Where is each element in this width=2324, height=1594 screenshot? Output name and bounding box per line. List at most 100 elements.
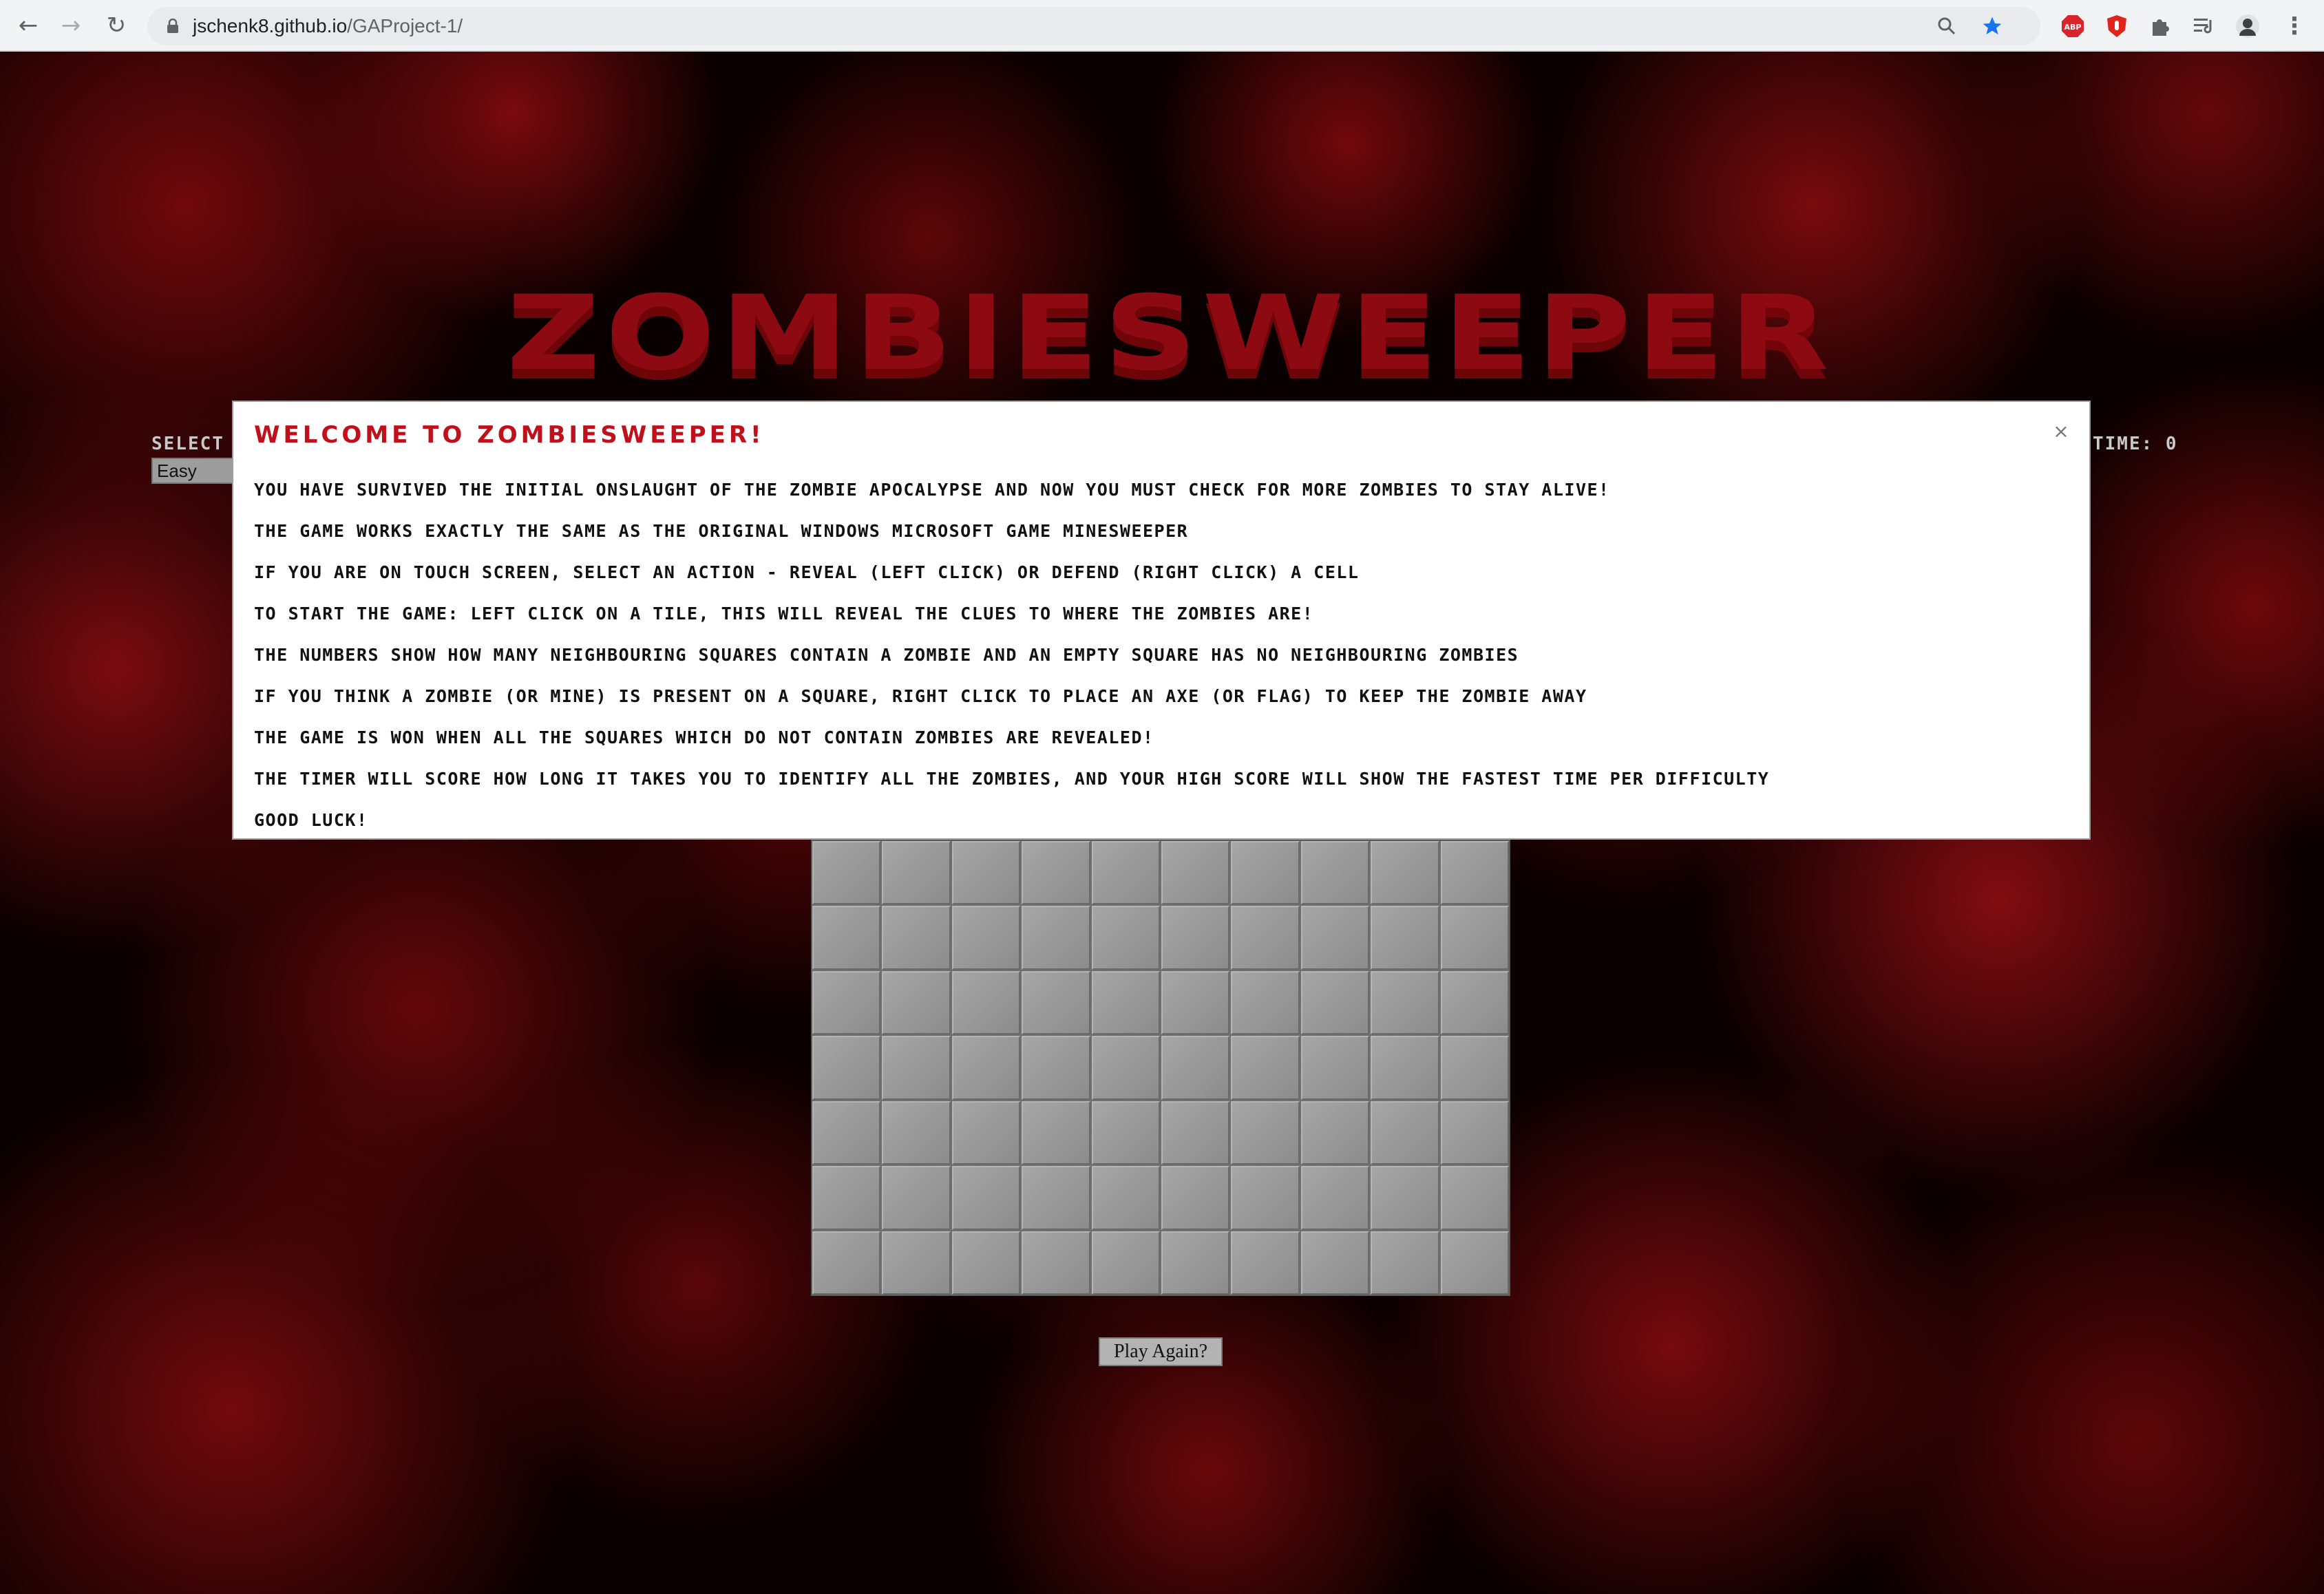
welcome-modal: WELCOME TO ZOMBIESWEEPER! × You have sur… bbox=[232, 401, 2091, 840]
board-cell[interactable] bbox=[882, 1036, 951, 1100]
board-cell[interactable] bbox=[882, 841, 951, 905]
board-cell[interactable] bbox=[1022, 1166, 1090, 1230]
board-cell[interactable] bbox=[1300, 1036, 1370, 1100]
board-cell[interactable] bbox=[1091, 1231, 1160, 1295]
puzzle-extensions-icon[interactable] bbox=[2145, 12, 2174, 41]
board-cell[interactable] bbox=[1440, 970, 1509, 1035]
board-cell[interactable] bbox=[1161, 970, 1230, 1035]
board-cell[interactable] bbox=[882, 1231, 951, 1295]
board-cell[interactable] bbox=[1091, 841, 1160, 905]
board-cell[interactable] bbox=[1300, 1166, 1370, 1230]
board-cell[interactable] bbox=[951, 970, 1021, 1035]
board-cell[interactable] bbox=[1091, 906, 1160, 970]
board-cell[interactable] bbox=[1022, 1036, 1090, 1100]
board-cell[interactable] bbox=[1371, 1036, 1439, 1100]
board-cell[interactable] bbox=[1231, 906, 1300, 970]
board-cell[interactable] bbox=[951, 1101, 1021, 1165]
board-cell[interactable] bbox=[882, 906, 951, 970]
board-cell[interactable] bbox=[1091, 1166, 1160, 1230]
board-cell[interactable] bbox=[1300, 906, 1370, 970]
menu-kebab-icon[interactable]: ⋮ bbox=[2280, 12, 2309, 41]
play-again-button[interactable]: Play Again? bbox=[1099, 1337, 1223, 1366]
instruction-line: You have survived the initial onslaught … bbox=[254, 480, 1610, 500]
board-cell[interactable] bbox=[1231, 1036, 1300, 1100]
board-cell[interactable] bbox=[812, 906, 881, 970]
board-cell[interactable] bbox=[1440, 841, 1509, 905]
bookmark-star-icon[interactable] bbox=[1978, 12, 2006, 40]
address-bar[interactable]: jschenk8.github.io/GAProject-1/ bbox=[147, 7, 2040, 45]
board-cell[interactable] bbox=[1440, 1036, 1509, 1100]
url-host: jschenk8.github.io bbox=[193, 15, 348, 36]
board-cell[interactable] bbox=[1300, 970, 1370, 1035]
instruction-line: Good luck! bbox=[254, 810, 368, 830]
instruction-line: The numbers show how many neighbouring s… bbox=[254, 645, 1519, 665]
board-cell[interactable] bbox=[951, 1036, 1021, 1100]
board-cell[interactable] bbox=[812, 970, 881, 1035]
board-cell[interactable] bbox=[1371, 841, 1439, 905]
reload-icon[interactable]: ↻ bbox=[99, 8, 134, 43]
board-cell[interactable] bbox=[951, 1231, 1021, 1295]
board-cell[interactable] bbox=[1161, 1231, 1230, 1295]
board-cell[interactable] bbox=[1371, 906, 1439, 970]
board-cell[interactable] bbox=[882, 970, 951, 1035]
board-cell[interactable] bbox=[1300, 1231, 1370, 1295]
board-cell[interactable] bbox=[1371, 1231, 1439, 1295]
board-cell[interactable] bbox=[1231, 1231, 1300, 1295]
board-cell[interactable] bbox=[1231, 1101, 1300, 1165]
board-cell[interactable] bbox=[1440, 1166, 1509, 1230]
back-icon[interactable]: ← bbox=[11, 8, 45, 43]
shield-extension-icon[interactable] bbox=[2102, 12, 2131, 41]
board-cell[interactable] bbox=[882, 1101, 951, 1165]
board-cell[interactable] bbox=[812, 841, 881, 905]
board-cell[interactable] bbox=[1022, 1231, 1090, 1295]
board-cell[interactable] bbox=[951, 1166, 1021, 1230]
board-cell[interactable] bbox=[1231, 841, 1300, 905]
instruction-line: To start the game: left click on a tile,… bbox=[254, 604, 1314, 624]
board-cell[interactable] bbox=[1371, 970, 1439, 1035]
board-cell[interactable] bbox=[1161, 1101, 1230, 1165]
game-board bbox=[811, 840, 1510, 1296]
lock-icon bbox=[167, 19, 178, 33]
profile-avatar-icon[interactable] bbox=[2233, 12, 2262, 41]
board-cell[interactable] bbox=[951, 841, 1021, 905]
board-cell[interactable] bbox=[1440, 1231, 1509, 1295]
adblock-icon[interactable]: ABP bbox=[2058, 12, 2087, 41]
board-cell[interactable] bbox=[812, 1101, 881, 1165]
reading-list-icon[interactable] bbox=[2189, 12, 2218, 41]
board-cell[interactable] bbox=[1300, 841, 1370, 905]
board-cell[interactable] bbox=[812, 1166, 881, 1230]
board-cell[interactable] bbox=[812, 1231, 881, 1295]
board-cell[interactable] bbox=[1161, 1036, 1230, 1100]
board-cell[interactable] bbox=[1371, 1166, 1439, 1230]
board-cell[interactable] bbox=[1231, 970, 1300, 1035]
board-cell[interactable] bbox=[1022, 906, 1090, 970]
board-cell[interactable] bbox=[1300, 1101, 1370, 1165]
timer-display: TIME: 0 bbox=[2093, 434, 2178, 454]
url-text[interactable]: jschenk8.github.io/GAProject-1/ bbox=[193, 7, 463, 45]
zoom-icon[interactable] bbox=[1933, 12, 1961, 40]
board-cell[interactable] bbox=[1091, 970, 1160, 1035]
board-cell[interactable] bbox=[1022, 970, 1090, 1035]
board-cell[interactable] bbox=[1161, 841, 1230, 905]
close-icon[interactable]: × bbox=[2051, 421, 2071, 442]
board-cell[interactable] bbox=[1440, 1101, 1509, 1165]
game-title: ZOMBIESWEEPER bbox=[506, 274, 1835, 394]
board-cell[interactable] bbox=[951, 906, 1021, 970]
instruction-line: The game is won when all the squares whi… bbox=[254, 727, 1154, 747]
board-cell[interactable] bbox=[1161, 1166, 1230, 1230]
board-cell[interactable] bbox=[1022, 1101, 1090, 1165]
board-cell[interactable] bbox=[882, 1166, 951, 1230]
modal-title: WELCOME TO ZOMBIESWEEPER! bbox=[254, 421, 765, 449]
board-cell[interactable] bbox=[1091, 1101, 1160, 1165]
forward-icon[interactable]: → bbox=[54, 8, 88, 43]
difficulty-select[interactable]: Easy bbox=[151, 458, 241, 484]
modal-instructions: You have survived the initial onslaught … bbox=[254, 469, 2064, 841]
board-cell[interactable] bbox=[1440, 906, 1509, 970]
board-cell[interactable] bbox=[1091, 1036, 1160, 1100]
board-cell[interactable] bbox=[812, 1036, 881, 1100]
board-cell[interactable] bbox=[1231, 1166, 1300, 1230]
instruction-line: The timer will score how long it takes y… bbox=[254, 769, 1770, 789]
board-cell[interactable] bbox=[1161, 906, 1230, 970]
board-cell[interactable] bbox=[1371, 1101, 1439, 1165]
board-cell[interactable] bbox=[1022, 841, 1090, 905]
